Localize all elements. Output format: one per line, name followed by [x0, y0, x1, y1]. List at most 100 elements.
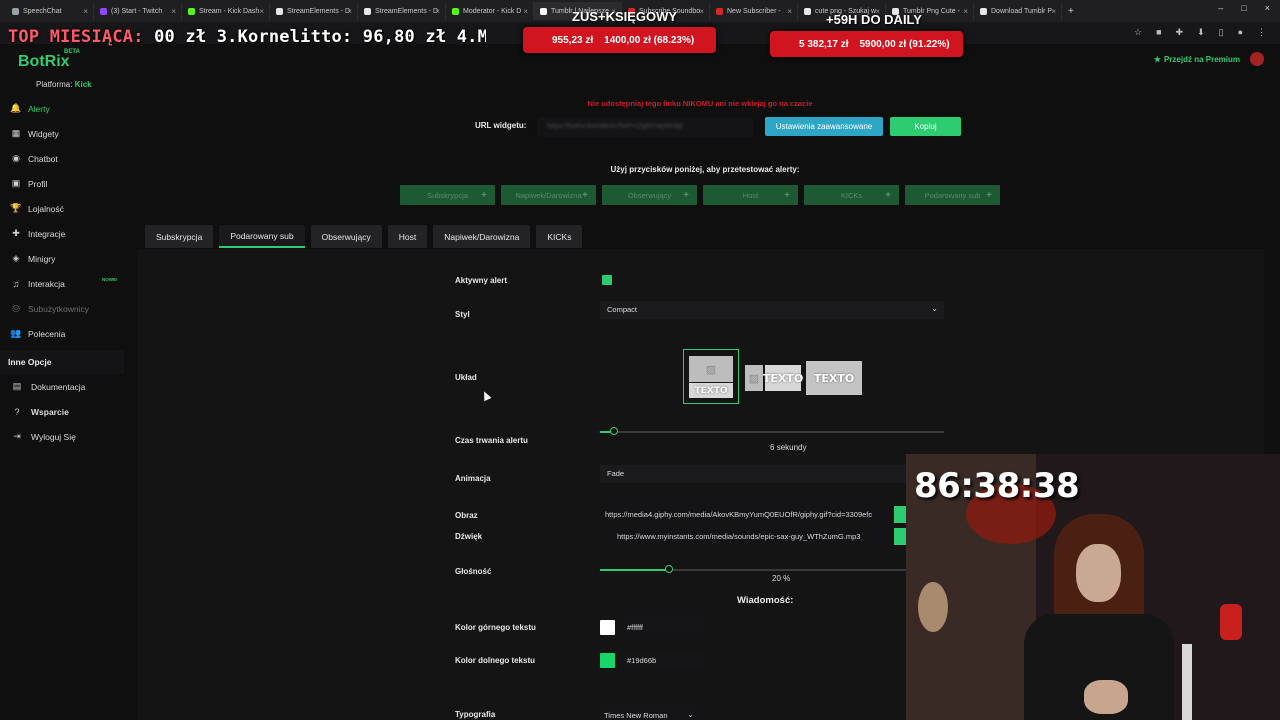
test-alert-label: Podarowany sub: [924, 190, 981, 200]
sidebar-item-wyloguj-si-[interactable]: ⇥ Wyloguj Się: [0, 424, 124, 449]
sidebar-item-minigry[interactable]: ◈ Minigry: [0, 246, 124, 271]
active-alert-checkbox[interactable]: [602, 275, 612, 285]
sound-url-input[interactable]: https://www.myinstants.com/media/sounds/…: [600, 528, 894, 545]
url-warning: Nie udostępniaj tego linku NIKOMU ani ni…: [587, 99, 813, 108]
sidebar-item-label: Interakcja: [28, 278, 65, 289]
tab-kicks[interactable]: KICKs: [536, 225, 583, 248]
sidebar-item-label: Dokumentacja: [31, 381, 86, 392]
bottom-text-color-input[interactable]: #19d66b: [622, 652, 706, 668]
bookmark-star-icon[interactable]: ☆: [1134, 27, 1142, 38]
botrix-logo[interactable]: BotRix BETA: [18, 49, 80, 71]
layout-option-side[interactable]: ▨ TEXTO: [744, 362, 803, 392]
sidebar-item-wsparcie[interactable]: ? Wsparcie: [0, 399, 124, 424]
animation-select[interactable]: Fade: [600, 465, 910, 483]
premium-link[interactable]: ★ Przejdź na Premium: [1154, 55, 1240, 64]
duration-slider-thumb[interactable]: [610, 427, 618, 435]
font-select[interactable]: Times New Roman ⌄: [600, 707, 700, 720]
sidebar-item-label: Subużytkownicy: [28, 303, 89, 314]
test-alert-button[interactable]: KICKs +: [804, 185, 899, 205]
image-upload-button[interactable]: [894, 506, 906, 523]
tab-close-icon[interactable]: ×: [523, 7, 528, 16]
menu-dots-icon[interactable]: ⋮: [1257, 27, 1266, 38]
tab-host[interactable]: Host: [387, 225, 428, 248]
test-alerts-label: Użyj przycisków poniżej, aby przetestowa…: [610, 165, 800, 174]
tab-close-icon[interactable]: ×: [347, 7, 352, 16]
browser-tab[interactable]: StreamElements - D ×: [358, 2, 446, 20]
download-icon[interactable]: ⬇: [1197, 27, 1205, 38]
sidebar-item-dokumentacja[interactable]: ▤ Dokumentacja: [0, 374, 124, 399]
top-text-color-swatch[interactable]: [600, 620, 615, 635]
user-avatar[interactable]: [1250, 52, 1264, 66]
new-tab-button[interactable]: +: [1062, 6, 1074, 17]
tab-close-icon[interactable]: ×: [787, 7, 792, 16]
tab-favicon-icon: [12, 7, 19, 15]
sidebar-item-integracje[interactable]: ✚ Integracje: [0, 221, 124, 246]
extension-icon[interactable]: ■: [1156, 27, 1161, 38]
sidebar-item-label: Chatbot: [28, 153, 58, 164]
browser-tab[interactable]: SpeechChat ×: [6, 2, 94, 20]
tab-close-icon[interactable]: ×: [259, 7, 264, 16]
copy-button[interactable]: Kopiuj: [890, 117, 961, 136]
test-alert-button[interactable]: Subskrypcja +: [400, 185, 495, 205]
browser-tab[interactable]: Moderator - Kick D ×: [446, 2, 534, 20]
test-alert-button[interactable]: Host +: [703, 185, 798, 205]
layout-option-overlay[interactable]: TEXTO: [805, 360, 862, 395]
widget-url-field[interactable]: https://botrix.live/alerts?bid=cZgNYwp4K…: [538, 118, 752, 136]
maximize-button[interactable]: □: [1241, 3, 1246, 13]
style-select[interactable]: Compact ⌄: [600, 301, 944, 319]
browser-tab[interactable]: New Subscriber - ×: [710, 2, 798, 20]
sidebar-item-profil[interactable]: ▣ Profil: [0, 171, 124, 196]
profile-avatar-icon[interactable]: ●: [1238, 27, 1243, 38]
tab-label: StreamElements - D: [287, 7, 351, 15]
test-alert-button[interactable]: Obserwujący +: [602, 185, 697, 205]
advanced-settings-button[interactable]: Ustawienia zaawansowane: [765, 117, 883, 136]
bottom-text-color-swatch[interactable]: [600, 653, 615, 668]
puzzle-icon[interactable]: ✚: [1176, 27, 1184, 38]
sidebar-item-subu-ytkownicy[interactable]: ◎ Subużytkownicy: [0, 296, 124, 321]
sidebar-item-label: Minigry: [28, 253, 56, 264]
tab-subskrypcja[interactable]: Subskrypcja: [145, 225, 214, 248]
animation-label: Animacja: [455, 474, 491, 483]
font-label: Typografia: [455, 710, 496, 719]
tab-favicon-icon: [100, 7, 107, 15]
premium-label: Przejdź na Premium: [1163, 55, 1240, 64]
image-url-input[interactable]: https://media4.giphy.com/media/AkovKBmyY…: [600, 506, 894, 523]
tab-label: Download Tumblr P: [991, 7, 1053, 15]
close-window-button[interactable]: ×: [1265, 3, 1270, 13]
minimize-button[interactable]: –: [1218, 3, 1223, 13]
top-text-color-input[interactable]: #ffffff: [622, 619, 706, 635]
font-value: Times New Roman: [604, 711, 668, 720]
ticker-text: 00 zł 3.Kornelitto: 96,80 zł 4.Myry: 28,…: [154, 27, 486, 47]
layout-option-stacked[interactable]: ▨ TEXTO: [683, 349, 739, 404]
tab-podarowany-sub[interactable]: Podarowany sub: [219, 225, 305, 248]
browser-tab[interactable]: (3) Start - Twitch ×: [94, 2, 182, 20]
tab-obserwuj-cy[interactable]: Obserwujący: [310, 225, 382, 248]
volume-value: 20 %: [772, 574, 790, 583]
sidebar-item-interakcja[interactable]: ♫ Interakcja NOWE!: [0, 271, 124, 296]
sidebar-item-label: Widgety: [28, 128, 59, 139]
puzzle-icon: ✚: [12, 228, 20, 238]
sidebar-item-lojalno-[interactable]: 🏆 Lojalność: [0, 196, 124, 221]
tab-close-icon[interactable]: ×: [435, 7, 440, 16]
browser-tab[interactable]: StreamElements - D ×: [270, 2, 358, 20]
tab-close-icon[interactable]: ×: [699, 7, 704, 16]
tab-napiwek-darowizna[interactable]: Napiwek/Darowizna: [433, 225, 531, 248]
style-value: Compact: [607, 305, 638, 314]
sound-upload-button[interactable]: [894, 528, 906, 545]
tab-favicon-icon: [452, 7, 459, 15]
browser-tab[interactable]: Download Tumblr P ×: [974, 2, 1062, 20]
volume-slider-thumb[interactable]: [665, 565, 673, 573]
browser-tab[interactable]: Stream - Kick Dash ×: [182, 2, 270, 20]
animation-value: Fade: [607, 469, 625, 478]
tab-close-icon[interactable]: ×: [963, 7, 968, 16]
duration-slider[interactable]: [600, 431, 944, 433]
tab-close-icon[interactable]: ×: [171, 7, 176, 16]
tab-close-icon[interactable]: ×: [1051, 7, 1056, 16]
sidebar-item-widgety[interactable]: ▦ Widgety: [0, 121, 124, 146]
goal-current: 5 382,17 zł: [799, 38, 849, 50]
sidebar-item-polecenia[interactable]: 👥 Polecenia: [0, 321, 124, 346]
sidepanel-icon[interactable]: ▯: [1219, 27, 1224, 38]
tab-close-icon[interactable]: ×: [83, 7, 88, 16]
test-alert-button[interactable]: Napiwek/Darowizna +: [501, 185, 596, 205]
test-alert-button[interactable]: Podarowany sub +: [905, 185, 1000, 205]
